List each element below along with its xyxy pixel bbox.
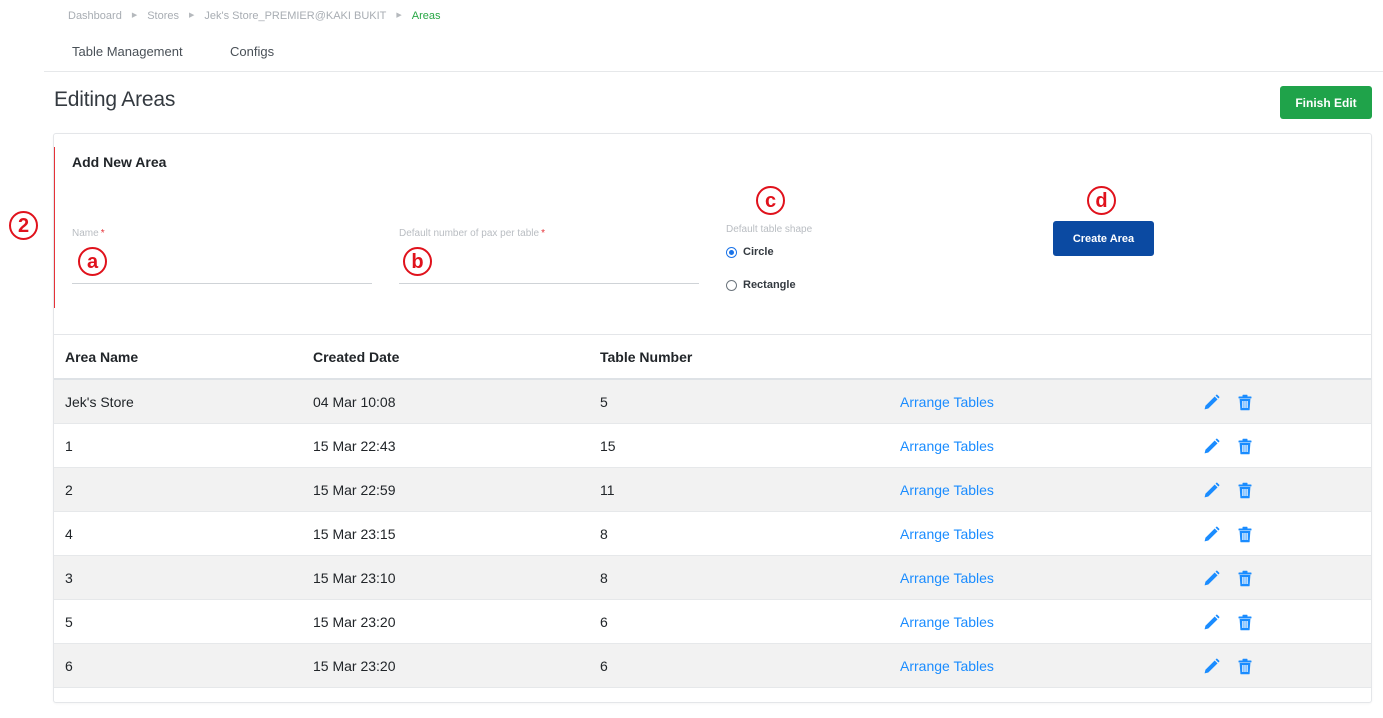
annotation-marker-d: d — [1087, 186, 1116, 215]
table-row: 1 15 Mar 22:43 15 Arrange Tables — [54, 424, 1371, 468]
trash-icon[interactable] — [1236, 525, 1254, 543]
triangle-right-icon: ▶ — [396, 12, 402, 19]
areas-card: Add New Area Name * Default number of pax… — [53, 133, 1372, 703]
cell-created-date: 04 Mar 10:08 — [313, 394, 396, 410]
table-body: Jek's Store 04 Mar 10:08 5 Arrange Tables 1 1… — [54, 380, 1371, 688]
annotation-marker-2: 2 — [9, 211, 38, 240]
add-area-form: Add New Area Name * Default number of pax… — [54, 134, 1371, 334]
pencil-icon[interactable] — [1202, 613, 1220, 631]
cell-created-date: 15 Mar 23:20 — [313, 614, 396, 630]
table-header: Area Name Created Date Table Number — [54, 335, 1371, 380]
trash-icon[interactable] — [1236, 481, 1254, 499]
arrange-tables-link[interactable]: Arrange Tables — [900, 394, 994, 410]
annotation-marker-b: b — [403, 247, 432, 276]
create-area-button[interactable]: Create Area — [1053, 221, 1154, 256]
trash-icon[interactable] — [1236, 437, 1254, 455]
cell-table-number: 8 — [600, 526, 608, 542]
page-title: Editing Areas — [54, 88, 176, 111]
pencil-icon[interactable] — [1202, 393, 1220, 411]
name-label-text: Name — [72, 228, 99, 239]
pax-label-text: Default number of pax per table — [399, 228, 540, 239]
triangle-right-icon: ▶ — [189, 12, 195, 19]
table-row: 5 15 Mar 23:20 6 Arrange Tables — [54, 600, 1371, 644]
triangle-right-icon: ▶ — [131, 12, 138, 19]
breadcrumb-areas: Areas — [411, 10, 441, 22]
areas-table: Area Name Created Date Table Number Jek'… — [54, 334, 1371, 688]
breadcrumb-stores[interactable]: Stores — [147, 10, 179, 22]
annotation-marker-a: a — [78, 247, 107, 276]
radio-circle-indicator[interactable] — [726, 246, 737, 258]
cell-area-name: 4 — [65, 526, 73, 542]
cell-area-name: 2 — [65, 482, 73, 498]
arrange-tables-link[interactable]: Arrange Tables — [900, 438, 994, 454]
cell-created-date: 15 Mar 23:20 — [313, 658, 396, 674]
form-title: Add New Area — [72, 154, 167, 170]
form-accent-bar — [54, 147, 55, 308]
table-row: 6 15 Mar 23:20 6 Arrange Tables — [54, 644, 1371, 688]
cell-table-number: 5 — [600, 394, 608, 410]
radio-rectangle[interactable]: Rectangle — [726, 279, 796, 291]
arrange-tables-link[interactable]: Arrange Tables — [900, 658, 994, 674]
cell-table-number: 6 — [600, 658, 608, 674]
cell-area-name: 1 — [65, 438, 73, 454]
tab-configs[interactable]: Configs — [230, 44, 274, 59]
cell-area-name: 6 — [65, 658, 73, 674]
arrange-tables-link[interactable]: Arrange Tables — [900, 570, 994, 586]
pencil-icon[interactable] — [1202, 437, 1220, 455]
trash-icon[interactable] — [1236, 393, 1254, 411]
breadcrumb: Dashboard ▶ Stores ▶ Jek's Store_PREMIER… — [68, 10, 441, 22]
arrange-tables-link[interactable]: Arrange Tables — [900, 614, 994, 630]
radio-rectangle-label: Rectangle — [743, 279, 796, 291]
table-row: 4 15 Mar 23:15 8 Arrange Tables — [54, 512, 1371, 556]
required-mark: * — [541, 228, 545, 239]
pencil-icon[interactable] — [1202, 569, 1220, 587]
tab-table-management[interactable]: Table Management — [72, 44, 183, 59]
arrange-tables-link[interactable]: Arrange Tables — [900, 482, 994, 498]
cell-created-date: 15 Mar 22:43 — [313, 438, 396, 454]
pax-input[interactable] — [399, 283, 699, 284]
breadcrumb-store[interactable]: Jek's Store_PREMIER@KAKI BUKIT — [204, 10, 386, 22]
radio-circle[interactable]: Circle — [726, 246, 774, 258]
header-area-name: Area Name — [65, 349, 139, 365]
pencil-icon[interactable] — [1202, 481, 1220, 499]
shape-label: Default table shape — [726, 224, 813, 235]
radio-rectangle-indicator[interactable] — [726, 279, 737, 291]
cell-created-date: 15 Mar 22:59 — [313, 482, 396, 498]
trash-icon[interactable] — [1236, 569, 1254, 587]
header-table-number: Table Number — [600, 349, 693, 365]
pencil-icon[interactable] — [1202, 657, 1220, 675]
required-mark: * — [100, 228, 105, 239]
pencil-icon[interactable] — [1202, 525, 1220, 543]
header-created-date: Created Date — [313, 349, 400, 365]
cell-created-date: 15 Mar 23:15 — [313, 526, 396, 542]
pax-label: Default number of pax per table * — [399, 228, 545, 239]
table-row: Jek's Store 04 Mar 10:08 5 Arrange Tables — [54, 380, 1371, 424]
finish-edit-button[interactable]: Finish Edit — [1280, 86, 1372, 119]
table-row: 2 15 Mar 22:59 11 Arrange Tables — [54, 468, 1371, 512]
arrange-tables-link[interactable]: Arrange Tables — [900, 526, 994, 542]
annotation-marker-c: c — [756, 186, 785, 215]
trash-icon[interactable] — [1236, 657, 1254, 675]
cell-area-name: Jek's Store — [65, 394, 134, 410]
name-input[interactable] — [72, 283, 372, 284]
cell-table-number: 15 — [600, 438, 616, 454]
radio-circle-label: Circle — [743, 246, 774, 258]
cell-created-date: 15 Mar 23:10 — [313, 570, 396, 586]
tab-bar: Table Management Configs — [44, 38, 1383, 72]
cell-table-number: 8 — [600, 570, 608, 586]
cell-table-number: 6 — [600, 614, 608, 630]
name-label: Name * — [72, 228, 105, 239]
cell-area-name: 3 — [65, 570, 73, 586]
cell-table-number: 11 — [600, 482, 615, 498]
trash-icon[interactable] — [1236, 613, 1254, 631]
table-row: 3 15 Mar 23:10 8 Arrange Tables — [54, 556, 1371, 600]
breadcrumb-dashboard[interactable]: Dashboard — [68, 10, 122, 22]
cell-area-name: 5 — [65, 614, 73, 630]
